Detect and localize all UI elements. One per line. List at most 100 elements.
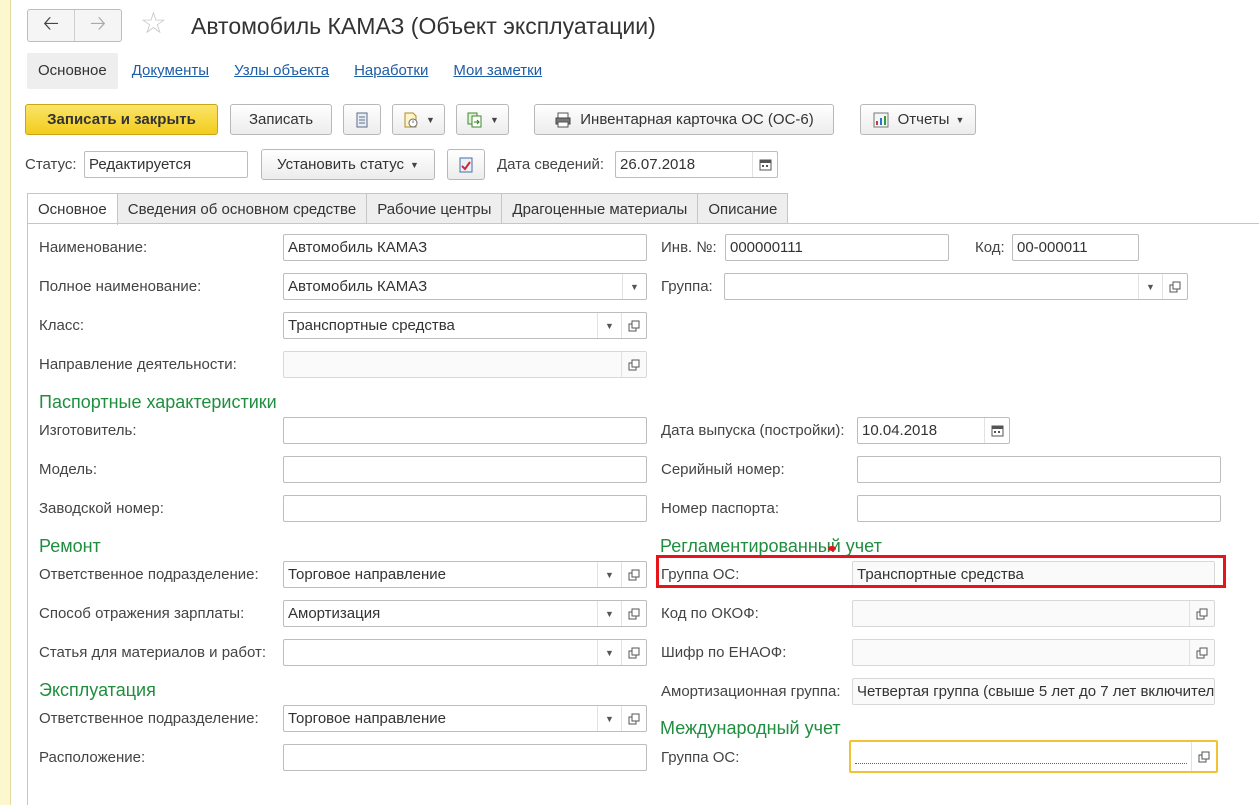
reports-label: Отчеты (897, 111, 950, 128)
group-field[interactable]: ▼ (724, 273, 1188, 300)
tab-description[interactable]: Описание (697, 193, 789, 224)
enaof-label: Шифр по ЕНАОФ: (661, 644, 787, 661)
highlight-box (656, 555, 1226, 588)
chevron-down-icon[interactable]: ▼ (597, 313, 621, 338)
chevron-down-icon: ▼ (490, 114, 499, 125)
document-list-icon (356, 112, 368, 127)
save-close-button[interactable]: Записать и закрыть (25, 104, 218, 135)
set-status-label: Установить статус (277, 156, 405, 173)
code-field[interactable]: 00-000011 (1012, 234, 1139, 261)
passport-section-title: Паспортные характеристики (39, 392, 277, 412)
inv-field[interactable]: 000000111 (725, 234, 949, 261)
chevron-down-icon: ▼ (955, 114, 965, 125)
open-icon[interactable] (1189, 640, 1214, 665)
info-date-label: Дата сведений: (497, 156, 604, 173)
chevron-down-icon[interactable]: ▼ (622, 274, 646, 299)
amortization-group-field[interactable]: Четвертая группа (свыше 5 лет до 7 лет в… (852, 678, 1215, 705)
back-button[interactable]: 🡠 (28, 10, 74, 41)
reports-button[interactable]: Отчеты ▼ (860, 104, 976, 135)
manufacturer-label: Изготовитель: (39, 422, 137, 439)
chevron-down-icon[interactable]: ▼ (597, 706, 621, 731)
save-button[interactable]: Записать (230, 104, 332, 135)
open-icon[interactable] (621, 352, 646, 377)
list-button[interactable] (343, 104, 381, 135)
factory-number-field[interactable] (283, 495, 647, 522)
okof-field[interactable] (852, 600, 1215, 627)
direction-label: Направление деятельности: (39, 356, 237, 373)
serial-field[interactable] (857, 456, 1221, 483)
factory-number-label: Заводской номер: (39, 500, 164, 517)
chevron-down-icon[interactable]: ▼ (597, 640, 621, 665)
document-clock-icon (404, 112, 418, 127)
chevron-down-icon[interactable]: ▼ (1138, 274, 1162, 299)
calendar-icon[interactable] (752, 152, 777, 177)
forward-button[interactable]: 🡢 (74, 10, 121, 41)
open-icon[interactable] (621, 313, 646, 338)
repair-dept-field[interactable]: Торговое направление ▼ (283, 561, 647, 588)
operation-section-title: Эксплуатация (39, 680, 156, 700)
info-date-field[interactable]: 26.07.2018 (615, 151, 778, 178)
full-name-field[interactable]: Автомобиль КАМАЗ ▼ (283, 273, 647, 300)
arrow-left-icon: 🡠 (42, 12, 60, 35)
tab-work-centers[interactable]: Рабочие центры (366, 193, 503, 224)
history-nav: 🡠 🡢 (27, 9, 122, 42)
related-documents-button[interactable]: ▼ (456, 104, 509, 135)
operation-dept-field[interactable]: Торговое направление ▼ (283, 705, 647, 732)
open-icon[interactable] (621, 706, 646, 731)
status-label: Статус: (25, 156, 77, 173)
amortization-group-label: Амортизационная группа: (661, 683, 841, 700)
nav-documents[interactable]: Документы (132, 53, 209, 89)
chevron-down-icon[interactable]: ▼ (597, 562, 621, 587)
tab-fixed-asset-info[interactable]: Сведения об основном средстве (116, 193, 368, 224)
chevron-down-icon[interactable]: ▼ (597, 601, 621, 626)
direction-field[interactable] (283, 351, 647, 378)
report-chart-icon (873, 112, 889, 127)
status-field[interactable]: Редактируется (84, 151, 248, 178)
enaof-field[interactable] (852, 639, 1215, 666)
inventory-card-button[interactable]: Инвентарная карточка ОС (ОС-6) (534, 104, 834, 135)
class-field[interactable]: Транспортные средства ▼ (283, 312, 647, 339)
tab-main[interactable]: Основное (27, 193, 118, 225)
open-icon[interactable] (1162, 274, 1187, 299)
release-date-field[interactable]: 10.04.2018 (857, 417, 1010, 444)
passport-number-field[interactable] (857, 495, 1221, 522)
open-icon[interactable] (621, 601, 646, 626)
international-section-title: Международный учет (660, 718, 841, 738)
create-based-on-button[interactable]: ▼ (392, 104, 445, 135)
nav-operating-time[interactable]: Наработки (354, 53, 428, 89)
form-tabs: Основное Сведения об основном средстве Р… (27, 193, 789, 225)
documents-arrow-icon (467, 112, 482, 127)
calendar-icon[interactable] (984, 418, 1009, 443)
page-title: Автомобиль КАМАЗ (Объект эксплуатации) (191, 13, 656, 39)
set-status-button[interactable]: Установить статус ▼ (261, 149, 435, 180)
model-field[interactable] (283, 456, 647, 483)
open-icon[interactable] (621, 562, 646, 587)
approve-button[interactable] (447, 149, 485, 180)
location-label: Расположение: (39, 749, 146, 766)
manufacturer-field[interactable] (283, 417, 647, 444)
nav-my-notes[interactable]: Мои заметки (453, 53, 542, 89)
nav-main[interactable]: Основное (27, 53, 118, 89)
open-icon[interactable] (621, 640, 646, 665)
form-navbar: Основное Документы Узлы объекта Наработк… (27, 53, 567, 89)
left-panel-strip (0, 0, 11, 805)
passport-number-label: Номер паспорта: (661, 500, 779, 517)
international-group-field[interactable] (849, 740, 1218, 773)
international-group-label: Группа ОС: (661, 749, 740, 766)
star-icon[interactable]: ☆ (140, 7, 167, 41)
materials-article-label: Статья для материалов и работ: (39, 644, 267, 661)
location-field[interactable] (283, 744, 647, 771)
name-field[interactable]: Автомобиль КАМАЗ (283, 234, 647, 261)
open-icon[interactable] (1191, 742, 1216, 771)
salary-method-label: Способ отражения зарплаты: (39, 605, 245, 622)
group-label: Группа: (661, 278, 713, 295)
salary-method-field[interactable]: Амортизация ▼ (283, 600, 647, 627)
operation-dept-label: Ответственное подразделение: (39, 710, 259, 727)
chevron-down-icon: ▼ (426, 114, 435, 125)
materials-article-field[interactable]: ▼ (283, 639, 647, 666)
release-date-label: Дата выпуска (постройки): (661, 422, 845, 439)
nav-object-units[interactable]: Узлы объекта (234, 53, 329, 89)
inventory-card-label: Инвентарная карточка ОС (ОС-6) (580, 111, 814, 128)
tab-precious-materials[interactable]: Драгоценные материалы (501, 193, 699, 224)
open-icon[interactable] (1189, 601, 1214, 626)
